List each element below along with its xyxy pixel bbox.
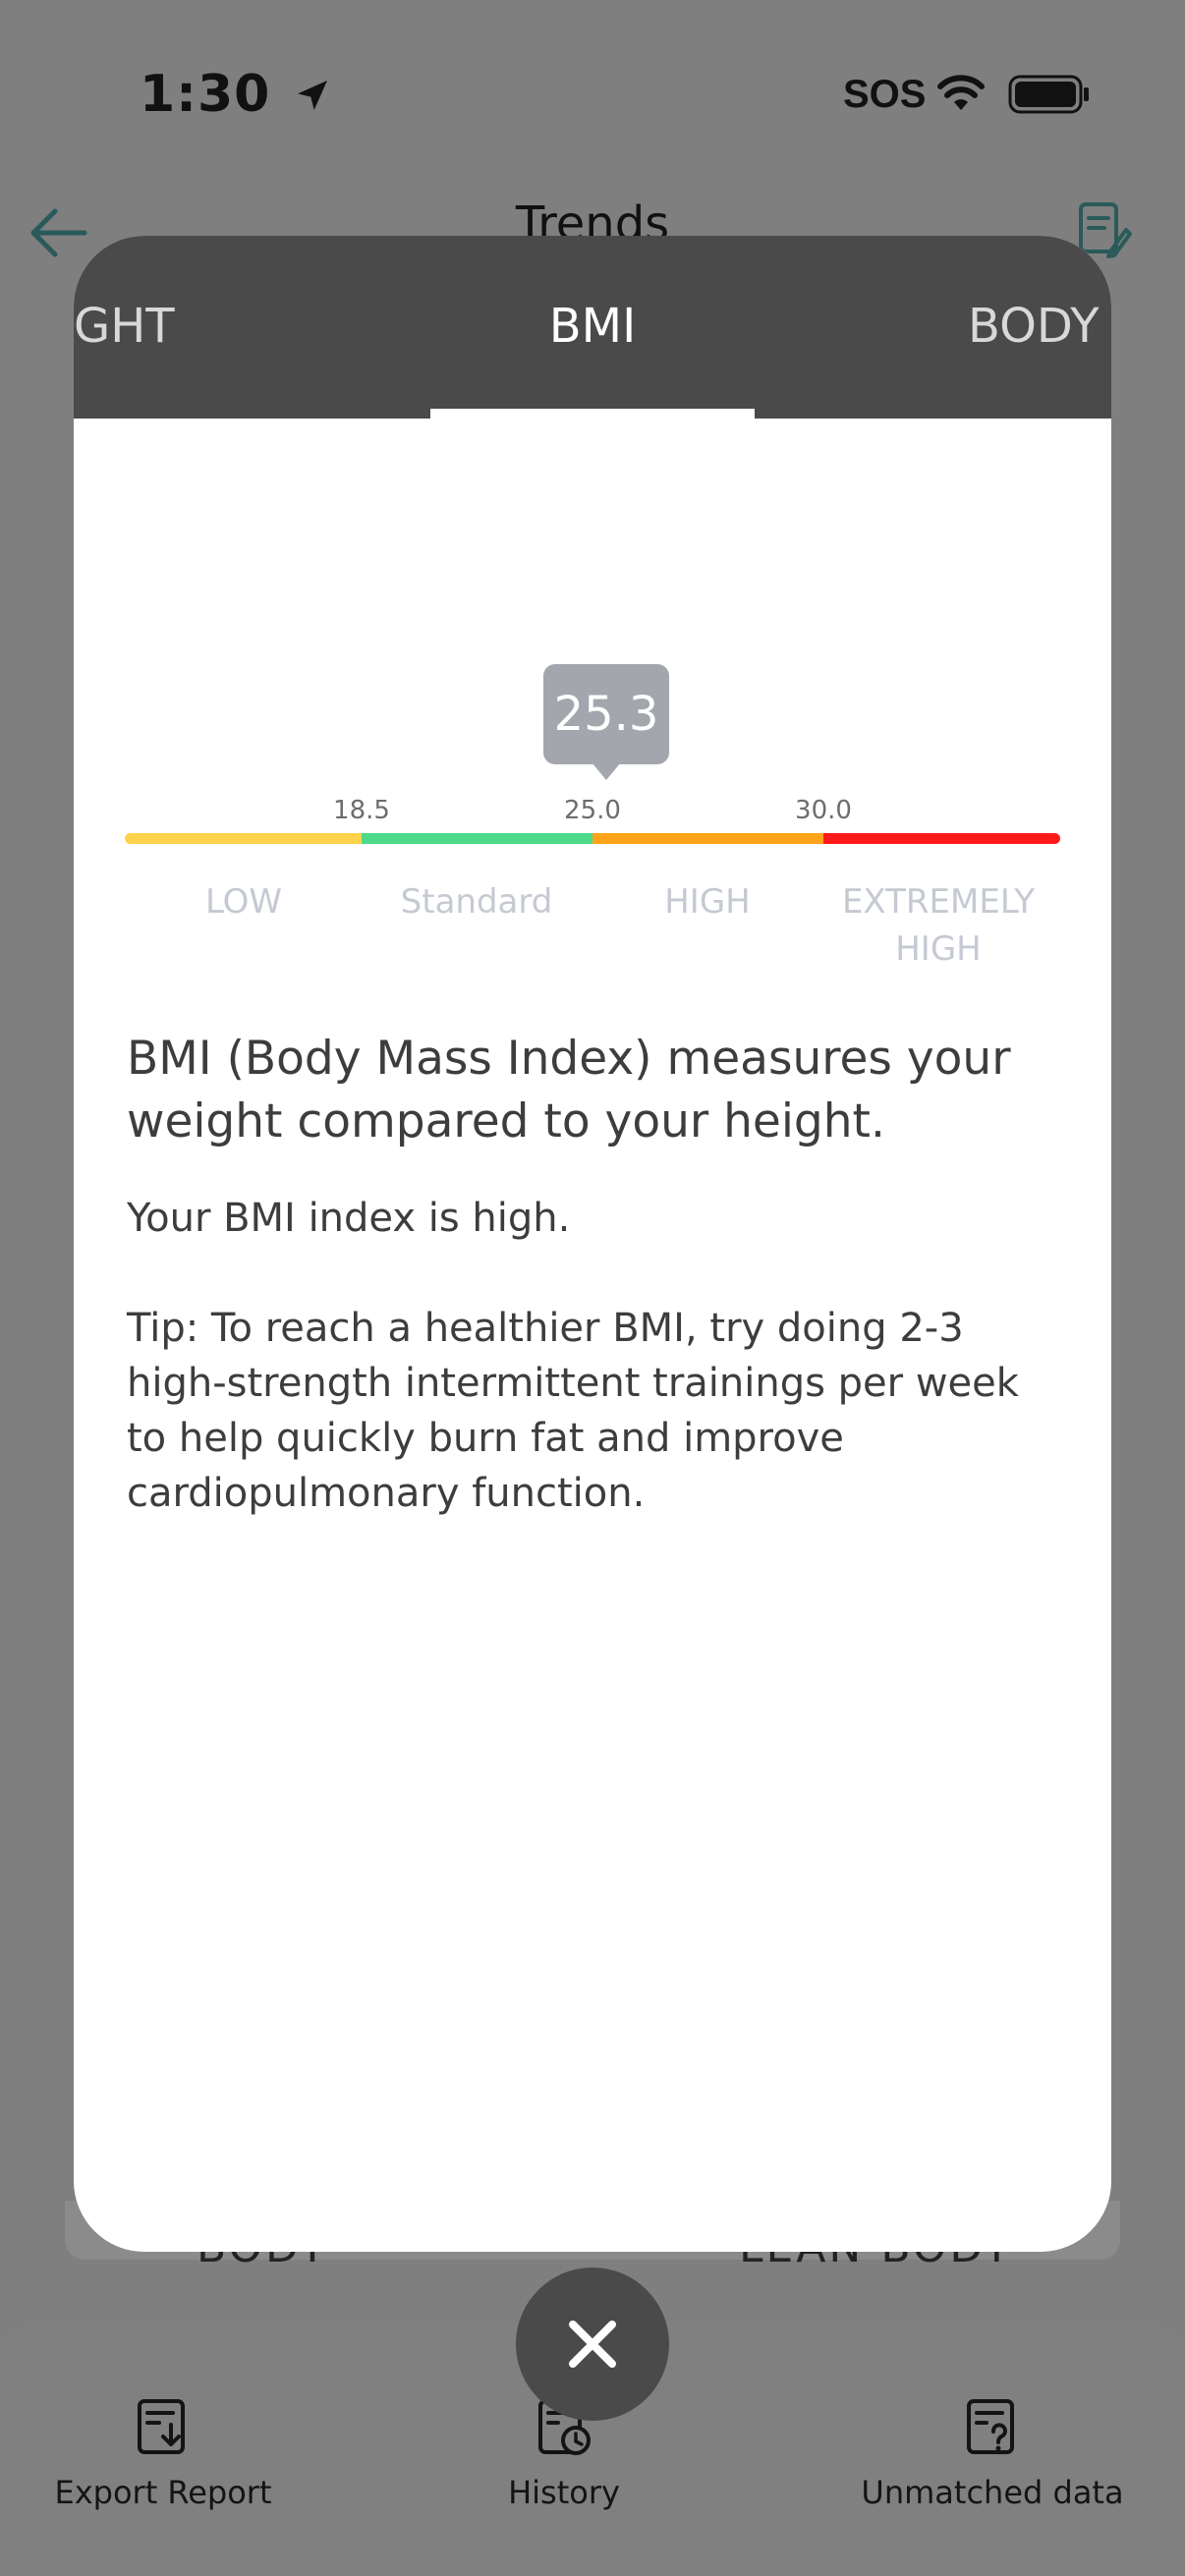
tab-body[interactable]: BODY xyxy=(968,299,1100,354)
active-tab-indicator xyxy=(430,409,755,419)
bmi-description-heading: BMI (Body Mass Index) measures your weig… xyxy=(127,1032,1011,1148)
range-bar-high xyxy=(592,833,823,844)
threshold-label: 18.5 xyxy=(333,796,390,825)
bmi-status-text: Your BMI index is high. xyxy=(127,1196,571,1241)
location-arrow-icon xyxy=(298,81,328,110)
status-sos: SOS xyxy=(843,73,927,116)
export-report-button[interactable]: Export Report xyxy=(35,2397,291,2511)
range-label-extremely-high: EXTREMELY HIGH xyxy=(841,882,1036,969)
range-label-low: LOW xyxy=(204,882,283,922)
history-label: History xyxy=(508,2474,620,2511)
bmi-value-bubble: 25.3 xyxy=(543,664,669,764)
battery-icon xyxy=(1008,75,1089,114)
range-bar-standard xyxy=(362,833,592,844)
range-bar-low xyxy=(125,833,362,844)
unmatched-data-label: Unmatched data xyxy=(861,2474,1124,2511)
status-time: 1:30 xyxy=(140,65,332,124)
bmi-tip-text: Tip: To reach a healthier BMI, try doing… xyxy=(127,1306,1019,1516)
range-label-standard: Standard xyxy=(400,882,553,922)
range-bar-extremely-high xyxy=(823,833,1060,844)
tab-bmi[interactable]: BMI xyxy=(74,299,1111,354)
unmatched-data-icon xyxy=(967,2399,1014,2454)
threshold-label: 25.0 xyxy=(564,796,621,825)
close-icon xyxy=(569,2321,616,2368)
bmi-info-modal: GHT BMI BODY 25.3 18.5 25.0 30.0 LOW Sta… xyxy=(74,236,1111,2252)
bmi-value-bubble-pointer xyxy=(592,762,621,780)
range-label-high: HIGH xyxy=(664,882,751,922)
export-report-icon xyxy=(138,2399,185,2454)
unmatched-data-button[interactable]: Unmatched data xyxy=(845,2397,1140,2511)
export-report-label: Export Report xyxy=(54,2474,272,2511)
close-button[interactable] xyxy=(516,2268,669,2421)
wifi-icon xyxy=(937,75,985,110)
threshold-label: 30.0 xyxy=(795,796,852,825)
